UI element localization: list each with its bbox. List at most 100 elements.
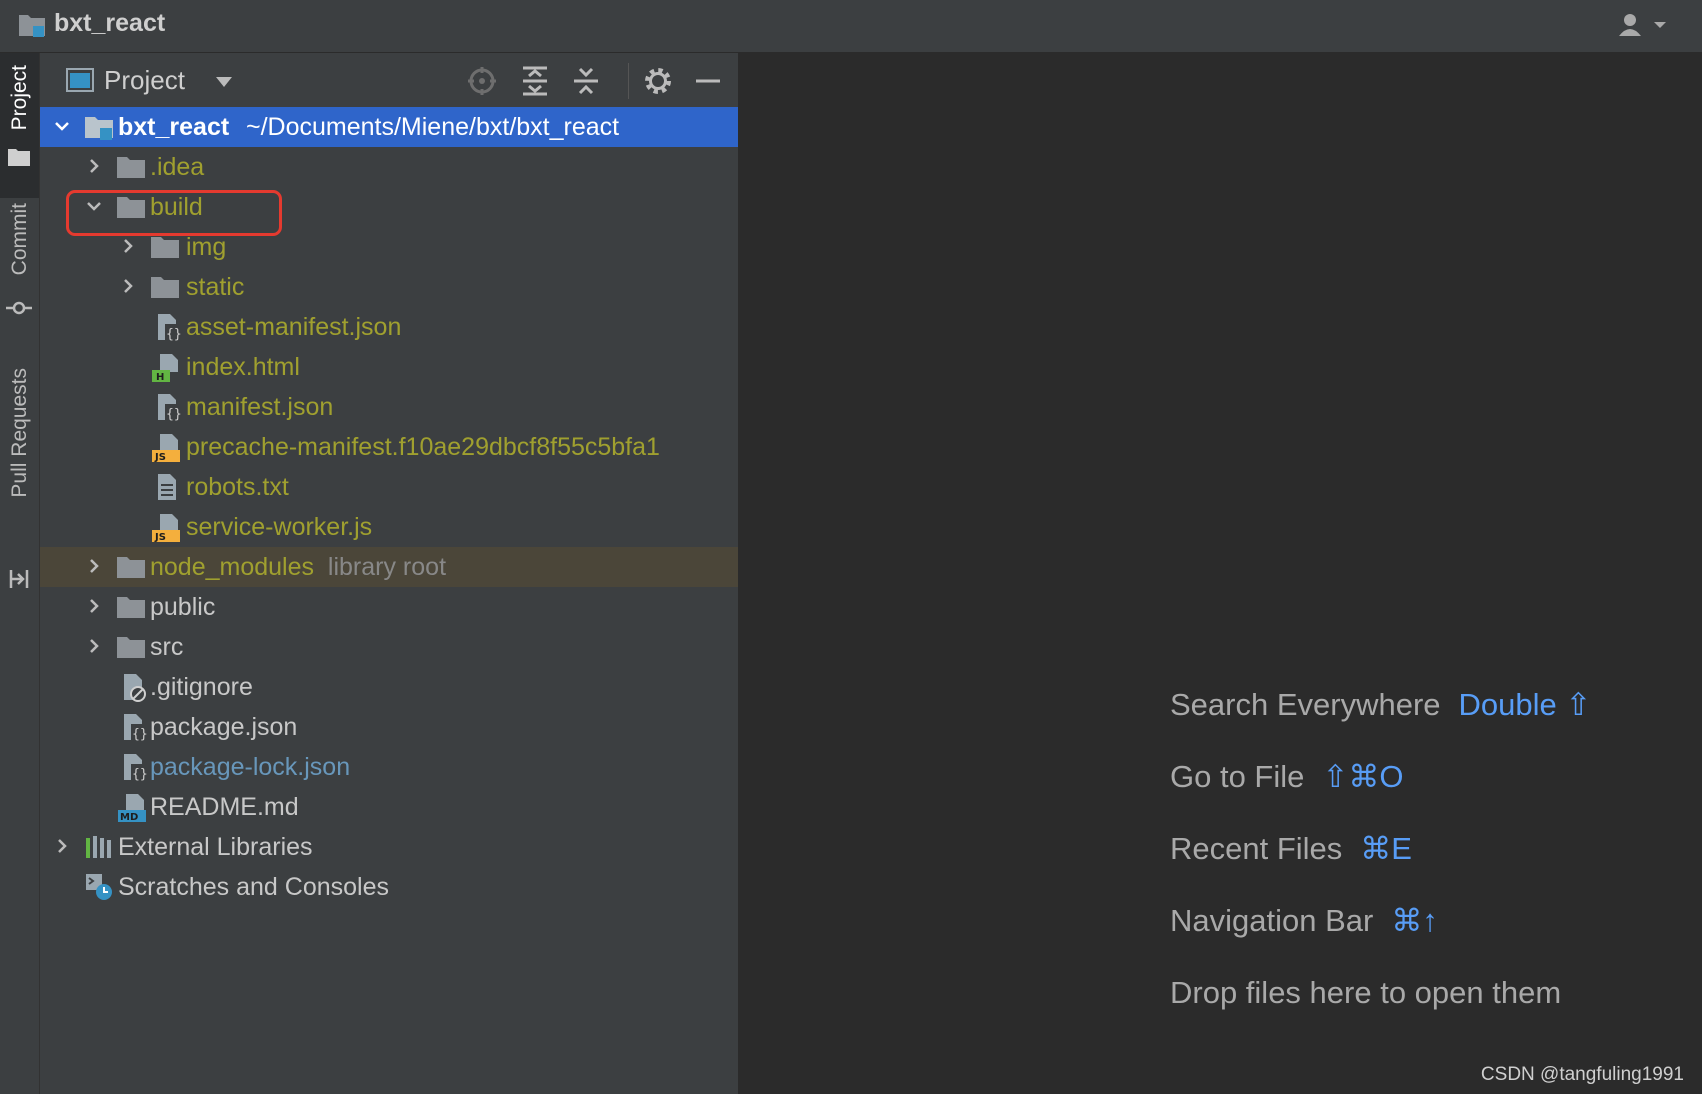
chevron-right-icon[interactable]: [86, 558, 102, 574]
hint-label: Navigation Bar: [1170, 903, 1374, 938]
svg-text:H: H: [156, 372, 164, 382]
tree-item-scratches[interactable]: Scratches and Consoles: [40, 867, 738, 907]
html-file-icon: H: [152, 354, 178, 382]
annotation-highlight-box: [66, 190, 282, 236]
tree-item-gitignore[interactable]: .gitignore: [40, 667, 738, 707]
window-title: bxt_react: [54, 9, 166, 37]
project-tool-button[interactable]: Project: [0, 53, 39, 198]
hint-navigation-bar: Navigation Bar ⌘↑: [1170, 903, 1438, 939]
hint-shortcut: Double ⇧: [1458, 687, 1592, 722]
tree-item-src[interactable]: src: [40, 627, 738, 667]
hint-shortcut: ⇧⌘O: [1322, 759, 1404, 794]
hint-recent-files: Recent Files ⌘E: [1170, 831, 1412, 867]
pull-request-icon: [9, 570, 29, 588]
watermark: CSDN @tangfuling1991: [1480, 1064, 1684, 1085]
hint-shortcut: ⌘↑: [1391, 903, 1438, 938]
minimize-icon[interactable]: [692, 65, 724, 97]
svg-text:{}: {}: [132, 767, 148, 782]
tree-item-name: package.json: [150, 713, 298, 741]
editor-empty-area[interactable]: Search Everywhere Double ⇧ Go to File ⇧⌘O …: [740, 53, 1702, 1094]
tree-item-service-worker[interactable]: JS service-worker.js: [40, 507, 738, 547]
folder-icon: [151, 237, 179, 258]
svg-text:{}: {}: [166, 327, 182, 342]
tree-item-external-libraries[interactable]: External Libraries: [40, 827, 738, 867]
tree-item-readme[interactable]: MD README.md: [40, 787, 738, 827]
chevron-right-icon[interactable]: [86, 158, 102, 174]
tree-item-precache-manifest[interactable]: JS precache-manifest.f10ae29dbcf8f55c5bf…: [40, 427, 738, 467]
hint-drop-files: Drop files here to open them: [1170, 975, 1561, 1011]
hint-label: Go to File: [1170, 759, 1305, 794]
tree-item-public[interactable]: public: [40, 587, 738, 627]
folder-icon: [117, 597, 145, 618]
folder-icon: [117, 637, 145, 658]
tree-item-name: robots.txt: [186, 473, 289, 501]
tree-item-asset-manifest[interactable]: {} asset-manifest.json: [40, 307, 738, 347]
commit-tool-button[interactable]: Commit: [0, 203, 39, 363]
json-file-icon: {}: [158, 394, 182, 422]
markdown-file-icon: MD: [118, 794, 146, 822]
chevron-right-icon[interactable]: [120, 278, 136, 294]
chevron-right-icon[interactable]: [86, 598, 102, 614]
tree-item-name: public: [150, 593, 216, 621]
javascript-file-icon: JS: [152, 514, 180, 542]
chevron-right-icon[interactable]: [54, 838, 70, 854]
json-file-icon: {}: [124, 714, 148, 742]
tree-item-name: node_modules: [150, 553, 315, 581]
project-view-title[interactable]: Project: [104, 65, 185, 96]
tree-item-name: precache-manifest.f10ae29dbcf8f55c5bfa1: [186, 433, 660, 461]
tree-item-package-lock-json[interactable]: {} package-lock.json: [40, 747, 738, 787]
tree-item-label: node_modules library root: [150, 553, 446, 582]
tree-item-static[interactable]: static: [40, 267, 738, 307]
module-folder-icon: [85, 117, 113, 140]
tree-item-package-json[interactable]: {} package.json: [40, 707, 738, 747]
folder-icon: [151, 277, 179, 298]
tree-item-manifest-json[interactable]: {} manifest.json: [40, 387, 738, 427]
library-root-note: library root: [327, 553, 447, 581]
tree-item-name: service-worker.js: [186, 513, 373, 541]
locate-icon[interactable]: [466, 65, 498, 97]
chevron-down-icon[interactable]: [216, 77, 232, 87]
hint-go-to-file: Go to File ⇧⌘O: [1170, 759, 1403, 795]
chevron-down-icon[interactable]: [54, 118, 70, 134]
library-icon: [86, 836, 111, 858]
project-view-icon: [66, 68, 94, 92]
svg-text:{}: {}: [166, 407, 182, 422]
javascript-file-icon: JS: [152, 434, 180, 462]
project-panel-header: Project: [40, 53, 738, 107]
chevron-right-icon[interactable]: [86, 638, 102, 654]
tree-item-name: static: [186, 273, 245, 301]
folder-icon: [8, 149, 30, 166]
tree-item-name: bxt_react: [118, 113, 230, 141]
folder-icon: [117, 557, 145, 578]
tree-item-robots-txt[interactable]: robots.txt: [40, 467, 738, 507]
hint-label: Drop files here to open them: [1170, 975, 1562, 1010]
user-account-icon[interactable]: [1618, 12, 1670, 38]
tree-item-name: .idea: [150, 153, 205, 181]
svg-text:JS: JS: [154, 532, 166, 542]
tree-item-name: README.md: [150, 793, 299, 821]
tree-item-name: .gitignore: [150, 673, 253, 701]
tree-item-name: index.html: [186, 353, 300, 381]
title-bar: bxt_react: [0, 0, 1702, 53]
tree-item-name: package-lock.json: [150, 753, 351, 781]
tree-root-bxt-react[interactable]: bxt_react ~/Documents/Miene/bxt/bxt_reac…: [40, 107, 738, 147]
tree-item-node-modules[interactable]: node_modules library root: [40, 547, 738, 587]
hint-label: Recent Files: [1170, 831, 1343, 866]
folder-icon: [117, 157, 145, 178]
json-file-icon: {}: [158, 314, 182, 342]
tree-item-idea[interactable]: .idea: [40, 147, 738, 187]
scratches-icon: [86, 874, 112, 900]
text-file-icon: [158, 474, 176, 500]
toolbar-separator: [628, 63, 629, 99]
collapse-all-icon[interactable]: [570, 65, 602, 97]
pull-requests-tool-button[interactable]: Pull Requests: [0, 368, 39, 598]
hint-shortcut: ⌘E: [1360, 831, 1412, 866]
gear-icon[interactable]: [642, 65, 674, 97]
expand-all-icon[interactable]: [519, 65, 551, 97]
tool-window-stripe: Project Commit Pull Requests: [0, 53, 40, 1094]
ignore-file-icon: [124, 674, 146, 702]
hint-search-everywhere: Search Everywhere Double ⇧: [1170, 687, 1591, 723]
tree-item-index-html[interactable]: H index.html: [40, 347, 738, 387]
chevron-right-icon[interactable]: [120, 238, 136, 254]
svg-text:{}: {}: [132, 727, 148, 742]
